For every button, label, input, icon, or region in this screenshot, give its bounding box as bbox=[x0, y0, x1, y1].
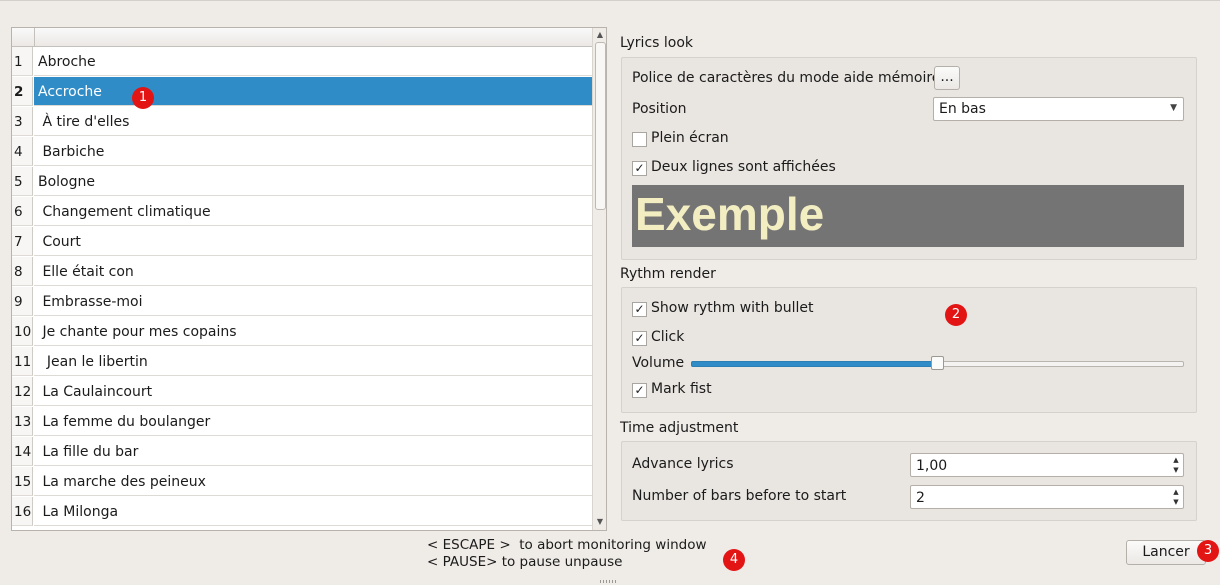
volume-label: Volume bbox=[632, 355, 685, 371]
song-title-cell[interactable]: Embrasse-moi bbox=[34, 287, 592, 316]
row-number[interactable]: 7 bbox=[12, 227, 33, 256]
song-title-cell[interactable]: Abroche bbox=[34, 47, 592, 76]
row-number[interactable]: 2 bbox=[12, 77, 33, 106]
row-number[interactable]: 13 bbox=[12, 407, 33, 436]
rhythm-render-title: Rythm render bbox=[620, 266, 716, 282]
show-bullet-label: Show rythm with bullet bbox=[651, 300, 814, 316]
song-title-cell[interactable]: À tire d'elles bbox=[34, 107, 592, 136]
time-adjustment-title: Time adjustment bbox=[620, 420, 739, 436]
bars-before-start-label: Number of bars before to start bbox=[632, 488, 847, 504]
table-row[interactable]: 8 Elle était con bbox=[12, 257, 592, 287]
annotation-badge-4: 4 bbox=[723, 549, 745, 571]
table-scrollbar[interactable]: ▲ ▼ bbox=[592, 28, 606, 530]
table-row[interactable]: 11 Jean le libertin bbox=[12, 347, 592, 377]
row-number[interactable]: 5 bbox=[12, 167, 33, 196]
mark-fist-checkbox[interactable]: ✓ bbox=[632, 383, 647, 398]
table-row[interactable]: 12 La Caulaincourt bbox=[12, 377, 592, 407]
position-select-value: En bas bbox=[939, 101, 986, 117]
row-number[interactable]: 16 bbox=[12, 497, 33, 526]
volume-slider-handle[interactable] bbox=[931, 356, 944, 370]
annotation-badge-2: 2 bbox=[945, 304, 967, 326]
row-number[interactable]: 15 bbox=[12, 467, 33, 496]
table-row[interactable]: 2 Accroche bbox=[12, 77, 592, 107]
song-title-cell[interactable]: La femme du boulanger bbox=[34, 407, 592, 436]
song-title-cell[interactable]: Bologne bbox=[34, 167, 592, 196]
table-row[interactable]: 7 Court bbox=[12, 227, 592, 257]
row-number[interactable]: 14 bbox=[12, 437, 33, 466]
table-corner-button[interactable] bbox=[12, 28, 35, 46]
row-number[interactable]: 4 bbox=[12, 137, 33, 166]
song-title-cell[interactable]: Court bbox=[34, 227, 592, 256]
bars-before-start-spinbox[interactable]: 2 ▲ ▼ bbox=[910, 485, 1184, 509]
click-checkbox[interactable]: ✓ bbox=[632, 331, 647, 346]
annotation-badge-1: 1 bbox=[132, 87, 154, 109]
launch-button[interactable]: Lancer bbox=[1126, 540, 1206, 565]
song-title-cell[interactable]: Je chante pour mes copains bbox=[34, 317, 592, 346]
fullscreen-checkbox[interactable] bbox=[632, 132, 647, 147]
song-title-cell[interactable]: La marche des peineux bbox=[34, 467, 592, 496]
pause-hint: < PAUSE> to pause unpause bbox=[427, 554, 623, 570]
advance-lyrics-spinbox[interactable]: 1,00 ▲ ▼ bbox=[910, 453, 1184, 477]
escape-hint: < ESCAPE > to abort monitoring window bbox=[427, 537, 707, 553]
position-label: Position bbox=[632, 101, 687, 117]
song-title-cell[interactable]: La Milonga bbox=[34, 497, 592, 526]
lyrics-preview-text: Exemple bbox=[635, 188, 825, 240]
two-lines-checkbox[interactable]: ✓ bbox=[632, 161, 647, 176]
row-number[interactable]: 3 bbox=[12, 107, 33, 136]
position-select[interactable]: En bas ▼ bbox=[933, 97, 1184, 121]
table-row[interactable]: 5 Bologne bbox=[12, 167, 592, 197]
scrollbar-thumb[interactable] bbox=[595, 42, 606, 210]
table-row[interactable]: 16 La Milonga bbox=[12, 497, 592, 527]
spin-up-icon[interactable]: ▲ bbox=[1171, 487, 1181, 497]
font-label: Police de caractères du mode aide mémoir… bbox=[632, 70, 941, 86]
song-title-cell[interactable]: Elle était con bbox=[34, 257, 592, 286]
song-title-cell[interactable]: Barbiche bbox=[34, 137, 592, 166]
mark-fist-label: Mark fist bbox=[651, 381, 712, 397]
song-title-cell[interactable]: Jean le libertin bbox=[34, 347, 592, 376]
song-table[interactable]: 1 Abroche 2 Accroche 3 À tire d'elles 4 Barbi… bbox=[11, 27, 607, 531]
show-bullet-checkbox[interactable]: ✓ bbox=[632, 302, 647, 317]
table-row[interactable]: 10 Je chante pour mes copains bbox=[12, 317, 592, 347]
spin-down-icon[interactable]: ▼ bbox=[1171, 465, 1181, 475]
table-row[interactable]: 4 Barbiche bbox=[12, 137, 592, 167]
table-row[interactable]: 9 Embrasse-moi bbox=[12, 287, 592, 317]
row-number[interactable]: 8 bbox=[12, 257, 33, 286]
lyrics-preview: Exemple bbox=[632, 185, 1184, 247]
table-row[interactable]: 1 Abroche bbox=[12, 47, 592, 77]
table-row[interactable]: 15 La marche des peineux bbox=[12, 467, 592, 497]
row-number[interactable]: 12 bbox=[12, 377, 33, 406]
row-number[interactable]: 9 bbox=[12, 287, 33, 316]
row-number[interactable]: 11 bbox=[12, 347, 33, 376]
bars-before-start-value: 2 bbox=[916, 490, 925, 506]
scroll-up-arrow-icon[interactable]: ▲ bbox=[593, 28, 606, 42]
lyrics-look-title: Lyrics look bbox=[620, 35, 694, 51]
click-label: Click bbox=[651, 329, 685, 345]
annotation-badge-3: 3 bbox=[1197, 540, 1219, 562]
song-title-cell[interactable]: La fille du bar bbox=[34, 437, 592, 466]
table-header bbox=[12, 28, 592, 47]
fullscreen-label: Plein écran bbox=[651, 130, 729, 146]
row-number[interactable]: 1 bbox=[12, 47, 33, 76]
spin-up-icon[interactable]: ▲ bbox=[1171, 455, 1181, 465]
chevron-down-icon: ▼ bbox=[1170, 103, 1177, 113]
scroll-down-arrow-icon[interactable]: ▼ bbox=[593, 515, 606, 529]
song-title-cell[interactable]: Changement climatique bbox=[34, 197, 592, 226]
advance-lyrics-label: Advance lyrics bbox=[632, 456, 734, 472]
two-lines-label: Deux lignes sont affichées bbox=[651, 159, 836, 175]
row-number[interactable]: 6 bbox=[12, 197, 33, 226]
song-title-cell[interactable]: La Caulaincourt bbox=[34, 377, 592, 406]
table-row[interactable]: 6 Changement climatique bbox=[12, 197, 592, 227]
table-row[interactable]: 13 La femme du boulanger bbox=[12, 407, 592, 437]
volume-slider-fill bbox=[691, 361, 939, 367]
spin-down-icon[interactable]: ▼ bbox=[1171, 497, 1181, 507]
font-picker-button[interactable]: ... bbox=[934, 66, 960, 90]
row-number[interactable]: 10 bbox=[12, 317, 33, 346]
advance-lyrics-value: 1,00 bbox=[916, 458, 948, 474]
window-top-border bbox=[0, 0, 1220, 1]
table-row[interactable]: 3 À tire d'elles bbox=[12, 107, 592, 137]
song-title-cell[interactable]: Accroche bbox=[34, 77, 592, 106]
table-row[interactable]: 14 La fille du bar bbox=[12, 437, 592, 467]
resize-grip[interactable] bbox=[600, 580, 616, 583]
song-rows: 1 Abroche 2 Accroche 3 À tire d'elles 4 Barbi… bbox=[12, 47, 592, 527]
